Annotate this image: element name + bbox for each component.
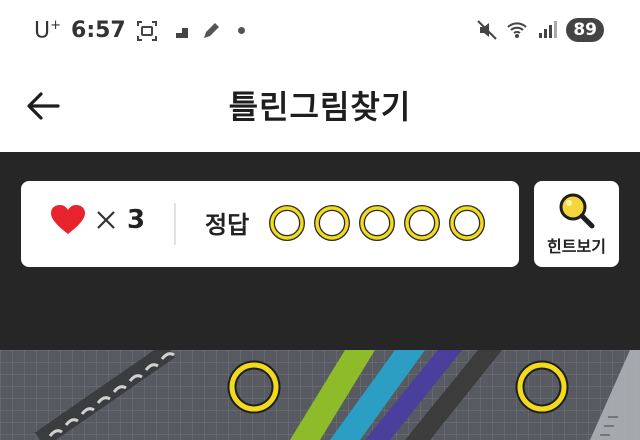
app-header: 틀린그림찾기 <box>0 62 640 152</box>
wifi-icon <box>507 22 528 38</box>
status-left: U+ 6:57 <box>34 18 245 43</box>
battery-badge: 89 <box>566 18 604 42</box>
status-clock: 6:57 <box>71 18 126 44</box>
puzzle-illustration <box>0 350 640 440</box>
puzzle-image[interactable] <box>0 350 640 440</box>
page-title: 틀린그림찾기 <box>228 88 412 126</box>
answer-label: 정답 <box>205 211 250 239</box>
hint-label: 힌트보기 <box>547 237 606 256</box>
answer-ring-icon <box>359 205 395 241</box>
pen-icon <box>203 22 219 38</box>
notification-dot <box>237 27 245 35</box>
answer-ring-icon <box>269 205 305 241</box>
answer-rings <box>269 205 485 241</box>
lives-indicator: 3 <box>51 205 145 235</box>
answer-ring-icon <box>314 205 350 241</box>
divider <box>174 203 176 245</box>
screenshot-icon <box>136 20 157 41</box>
stairs-icon <box>169 27 188 38</box>
multiply-icon <box>97 211 115 229</box>
carrier-label: U+ <box>34 18 62 44</box>
status-bar: U+ 6:57 89 <box>0 0 640 62</box>
magnifier-icon <box>559 193 595 229</box>
answer-ring-icon <box>404 205 440 241</box>
hint-button[interactable]: 힌트보기 <box>534 181 619 267</box>
lives-count: 3 <box>127 205 146 235</box>
game-panel: 3 정답 힌트보기 <box>0 152 640 350</box>
heart-icon <box>51 205 85 234</box>
mute-icon <box>477 20 498 40</box>
status-right: 89 <box>476 18 604 42</box>
score-card: 3 정답 <box>21 181 519 267</box>
signal-icon <box>539 21 558 38</box>
answer-ring-icon <box>449 205 485 241</box>
